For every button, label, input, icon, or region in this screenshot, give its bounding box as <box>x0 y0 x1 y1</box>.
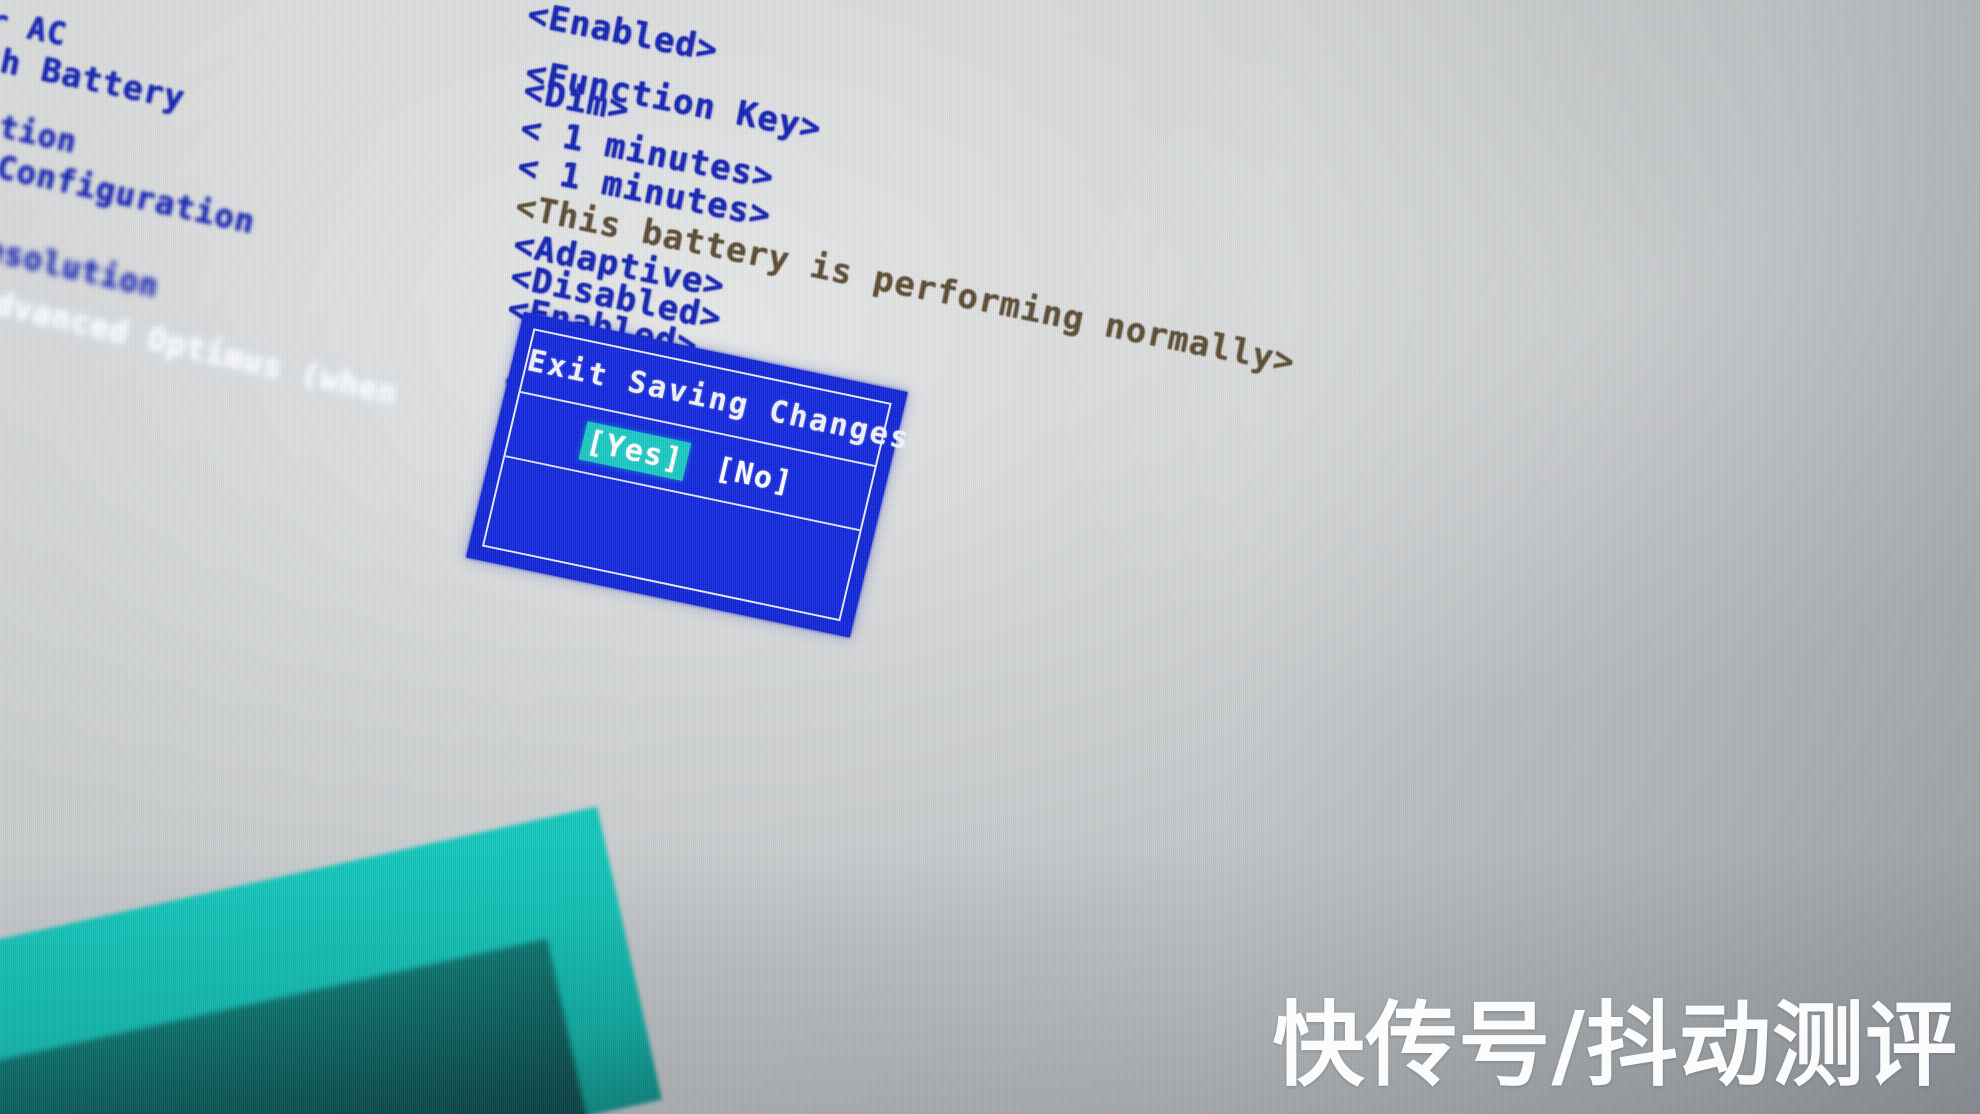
watermark-text: 快传号/抖动测评 <box>1272 992 1958 1099</box>
bios-value-column: <Enabled> <Function Key> <Dim> < 1 minut… <box>0 0 1980 1114</box>
no-button[interactable]: [No] <box>708 448 801 504</box>
yes-button[interactable]: [Yes] <box>578 420 692 481</box>
screenshot-root: er AC ith Battery uration ge Configurati… <box>0 0 1980 1114</box>
